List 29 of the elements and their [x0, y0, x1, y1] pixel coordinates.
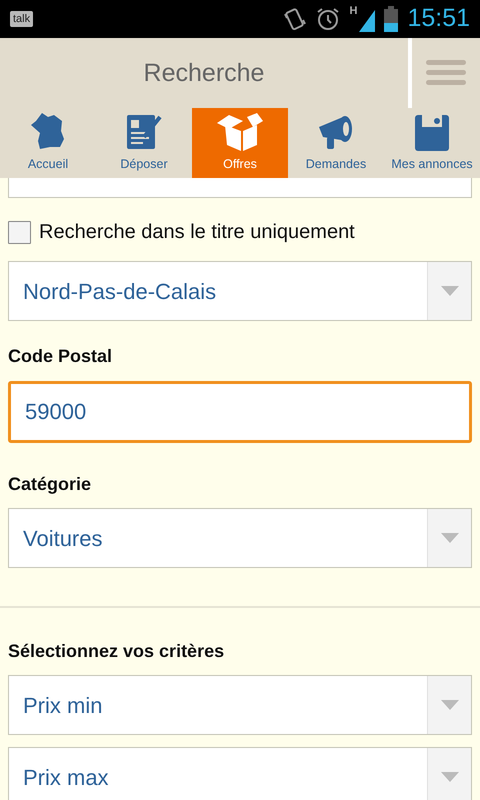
field-label: Code Postal — [8, 345, 114, 368]
dropdown-field[interactable]: Nord-Pas-de-Calais — [8, 261, 472, 321]
alarm-icon — [315, 6, 342, 32]
caret-icon — [440, 700, 458, 710]
postal-code-field[interactable]: 59000 — [8, 381, 472, 443]
nav-tab[interactable]: Demandes — [288, 108, 384, 178]
field-label: Catégorie — [8, 473, 92, 496]
vibrate-icon — [283, 6, 308, 32]
nav-tab[interactable]: Mes annonces — [384, 108, 480, 178]
checkbox[interactable] — [8, 220, 31, 244]
checkbox-label: Recherche dans le titre uniquement — [39, 220, 355, 245]
page-title: Recherche — [142, 58, 266, 89]
open-box-icon — [215, 111, 265, 154]
battery-icon — [383, 6, 400, 32]
section-label: Sélectionnez vos critères — [8, 640, 226, 663]
caret-icon — [440, 286, 458, 296]
dropdown-field[interactable]: Prix min — [8, 675, 472, 735]
talk-app-icon: talk — [10, 11, 34, 27]
status-time: 15:51 — [407, 3, 470, 34]
caret-icon — [440, 772, 458, 782]
text-field[interactable] — [8, 178, 472, 198]
dropdown-field[interactable]: Voitures — [8, 508, 472, 568]
nav-tab[interactable]: Déposer — [96, 108, 192, 178]
nav-tab[interactable]: Accueil — [0, 108, 96, 178]
dropdown-field[interactable]: Prix max — [8, 747, 472, 800]
network-type: H — [349, 6, 358, 17]
menu-icon — [426, 60, 466, 86]
nav-tab[interactable]: Offres — [192, 108, 288, 178]
caret-icon — [440, 533, 458, 543]
